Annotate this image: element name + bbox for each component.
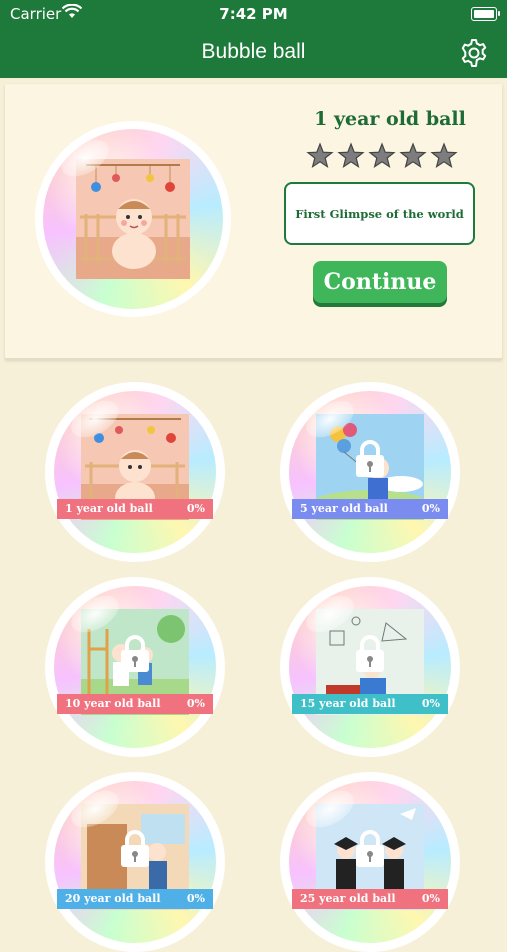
app-header: Carrier 7:42 PM Bubble ball bbox=[0, 0, 507, 78]
level-ball-5[interactable]: 20 year old ball 0% bbox=[45, 772, 225, 952]
star-icon bbox=[368, 142, 396, 168]
lock-icon bbox=[121, 635, 149, 672]
featured-ball[interactable] bbox=[35, 121, 231, 317]
star-icon bbox=[306, 142, 334, 168]
featured-panel: 1 year old ball First Glimpse of the wor… bbox=[5, 84, 502, 360]
level-label-band: 5 year old ball 0% bbox=[292, 499, 448, 519]
status-time: 7:42 PM bbox=[219, 5, 288, 23]
lock-icon bbox=[356, 440, 384, 477]
level-progress: 0% bbox=[186, 697, 205, 710]
gear-icon[interactable] bbox=[459, 38, 489, 68]
level-progress: 0% bbox=[186, 502, 205, 515]
lock-icon bbox=[356, 830, 384, 867]
level-ball-2[interactable]: 5 year old ball 0% bbox=[280, 382, 460, 562]
level-ball-3[interactable]: 10 year old ball 0% bbox=[45, 577, 225, 757]
level-name: 20 year old ball bbox=[65, 892, 161, 905]
level-name: 1 year old ball bbox=[65, 502, 153, 515]
page-title: Bubble ball bbox=[201, 40, 306, 63]
level-progress: 0% bbox=[421, 502, 440, 515]
lock-icon bbox=[356, 635, 384, 672]
rating-stars bbox=[306, 142, 458, 168]
level-label-band: 20 year old ball 0% bbox=[57, 889, 213, 909]
featured-description: First Glimpse of the world bbox=[284, 182, 475, 245]
level-ball-4[interactable]: 15 year old ball 0% bbox=[280, 577, 460, 757]
level-name: 25 year old ball bbox=[300, 892, 396, 905]
level-ball-1[interactable]: 1 year old ball 0% bbox=[45, 382, 225, 562]
level-name: 10 year old ball bbox=[65, 697, 161, 710]
level-label-band: 15 year old ball 0% bbox=[292, 694, 448, 714]
level-label-band: 25 year old ball 0% bbox=[292, 889, 448, 909]
level-label-band: 1 year old ball 0% bbox=[57, 499, 213, 519]
lock-icon bbox=[121, 830, 149, 867]
continue-button[interactable]: Continue bbox=[313, 261, 447, 303]
battery-icon bbox=[471, 7, 500, 21]
level-name: 5 year old ball bbox=[300, 502, 388, 515]
level-name: 15 year old ball bbox=[300, 697, 396, 710]
status-bar: Carrier 7:42 PM bbox=[0, 0, 507, 28]
level-ball-6[interactable]: 25 year old ball 0% bbox=[280, 772, 460, 952]
level-progress: 0% bbox=[421, 697, 440, 710]
baby-crib-image bbox=[76, 159, 190, 279]
star-icon bbox=[399, 142, 427, 168]
level-progress: 0% bbox=[186, 892, 205, 905]
level-progress: 0% bbox=[421, 892, 440, 905]
star-icon bbox=[430, 142, 458, 168]
star-icon bbox=[337, 142, 365, 168]
featured-ball-name: 1 year old ball bbox=[314, 108, 466, 130]
level-label-band: 10 year old ball 0% bbox=[57, 694, 213, 714]
